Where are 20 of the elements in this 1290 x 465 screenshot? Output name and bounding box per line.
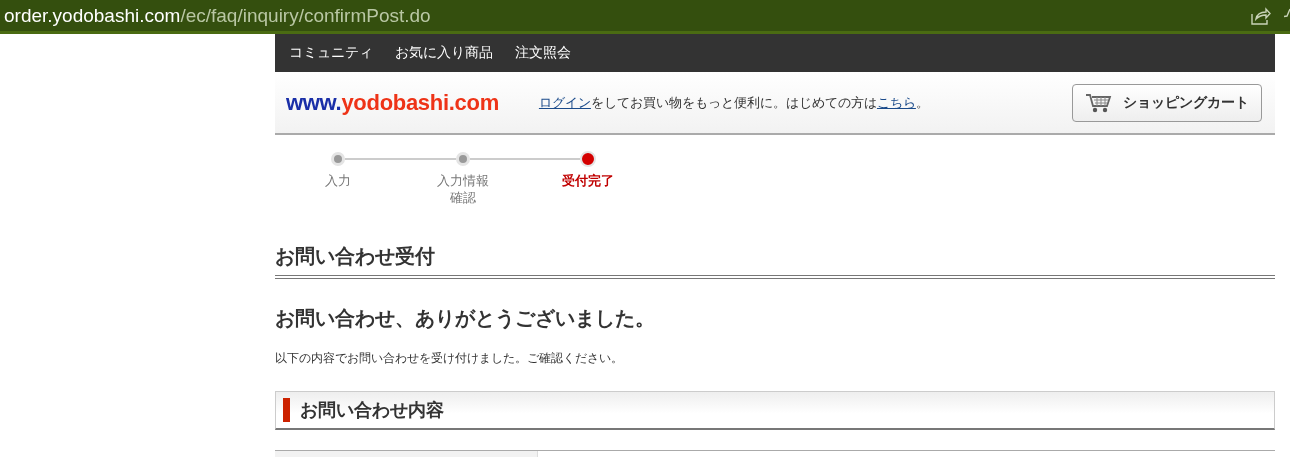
share-icon[interactable] [1251, 6, 1271, 25]
nav-link[interactable]: コミュニティ [289, 44, 373, 62]
site-logo[interactable]: www.yodobashi.com [286, 89, 499, 116]
cart-icon [1085, 91, 1113, 114]
url-host: order.yodobashi.com [4, 4, 181, 26]
thanks-heading: お問い合わせ、ありがとうございました。 [275, 305, 656, 332]
step-label: 受付完了 [561, 172, 614, 189]
text-link[interactable]: ログイン [538, 94, 591, 110]
text-link[interactable]: こちら [876, 94, 916, 110]
page-title: お問い合わせ受付 [275, 243, 1275, 279]
cart-button[interactable]: ショッピングカート [1072, 83, 1262, 122]
nav-link[interactable]: お気に入り商品 [395, 44, 493, 62]
message-text: 以下の内容でお問い合わせを受け付けました。ご確認ください。 [275, 350, 624, 367]
login-message: ログインをしてお買い物をもっと便利に。はじめての方はこちら。 [538, 93, 930, 112]
step-label: 入力 [324, 172, 351, 189]
step-label: 入力情報確認 [435, 172, 490, 206]
accent-bar [283, 398, 290, 422]
url-path: /ec/faq/inquiry/confirmPost.do [180, 4, 431, 26]
nav-link[interactable]: 注文照会 [515, 44, 571, 62]
section-title: お問い合わせ内容 [300, 398, 444, 422]
